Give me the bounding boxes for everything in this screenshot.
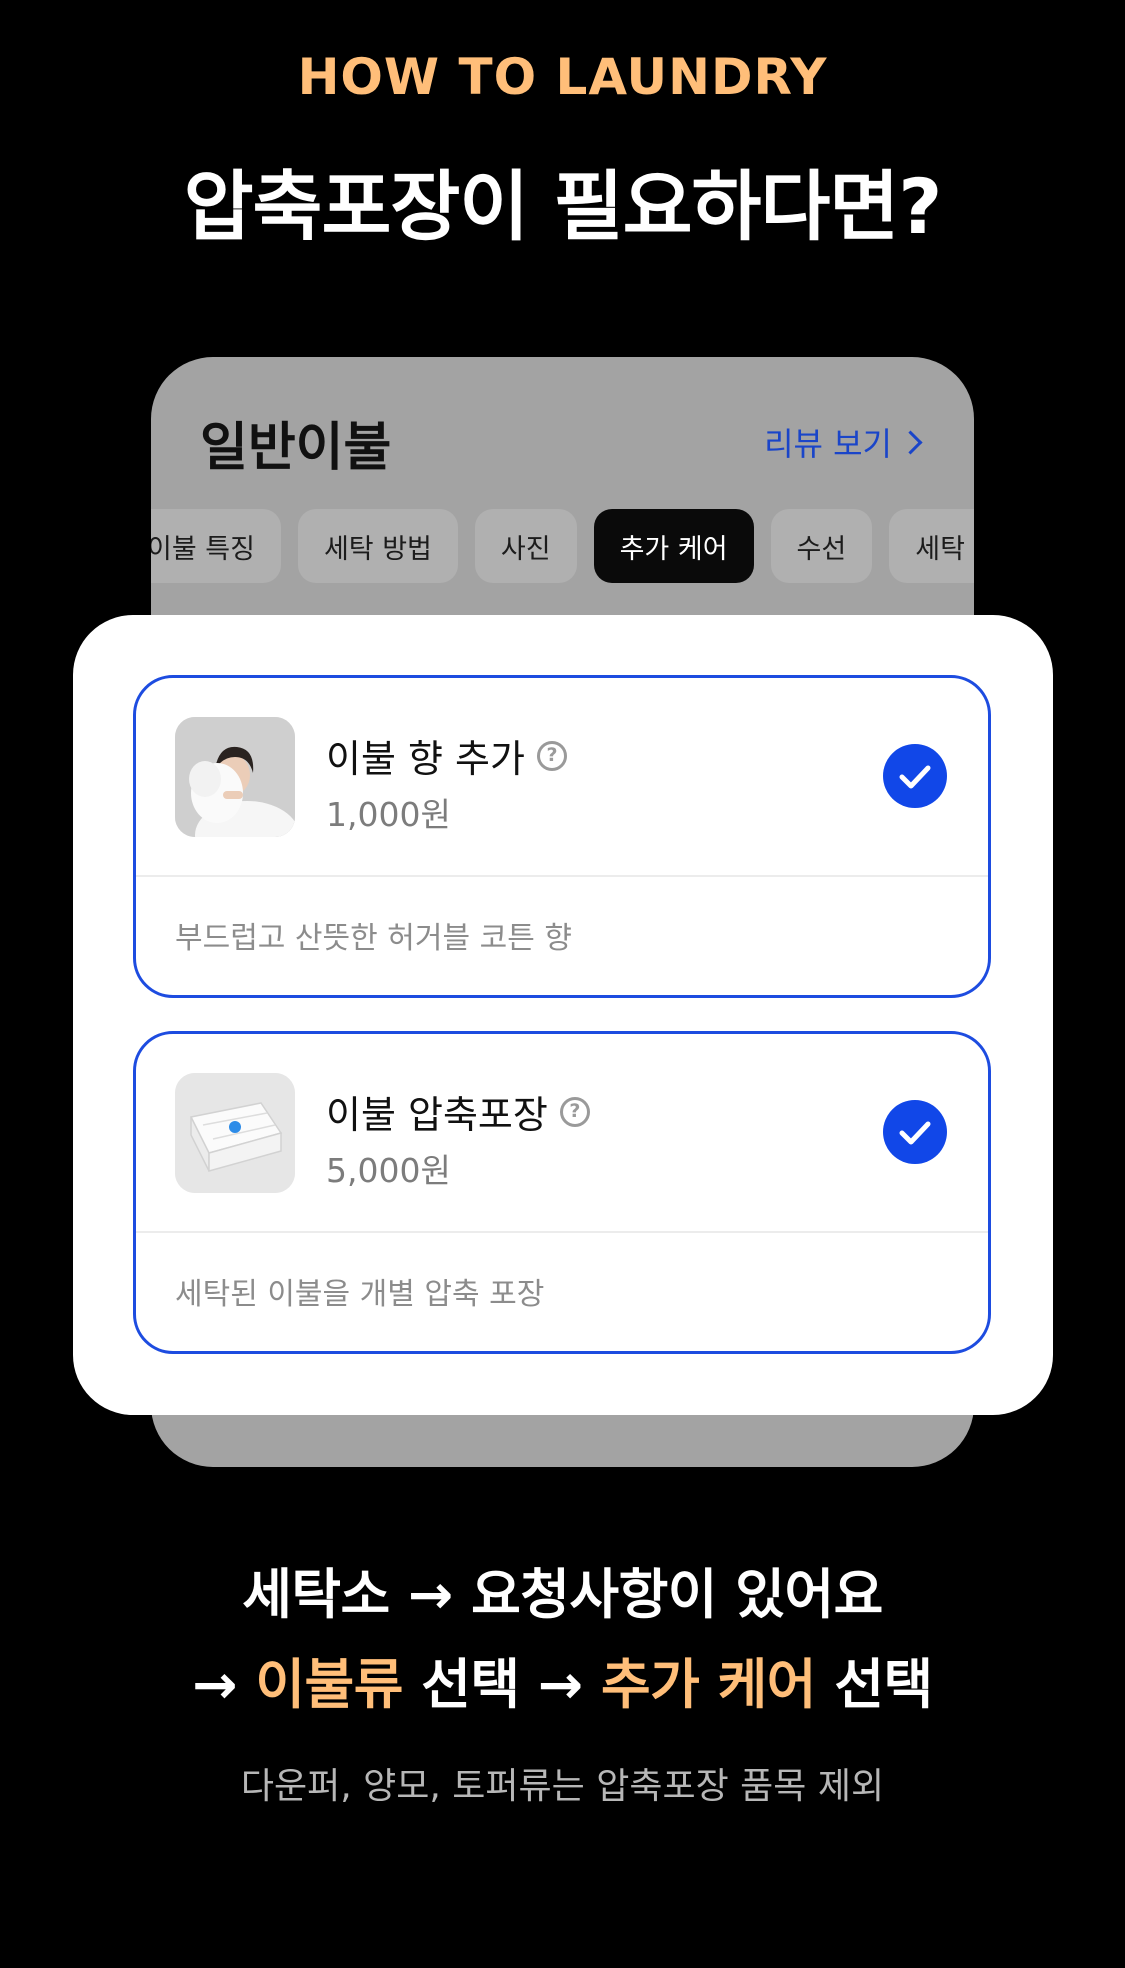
option-name: 이불 압축포장 xyxy=(326,1093,548,1137)
eyebrow-label: HOW TO LAUNDRY xyxy=(297,48,828,106)
instruction-line-2: → 이불류 선택 → 추가 케어 선택 xyxy=(0,1640,1125,1719)
select-word: 선택 xyxy=(421,1653,520,1716)
review-link-label: 리뷰 보기 xyxy=(764,425,892,463)
option-thumbnail-vacuum-packed-comforter xyxy=(175,1073,295,1193)
highlight-bedding: 이불류 xyxy=(255,1653,403,1716)
tab-bar: 이불 특징 세탁 방법 사진 추가 케어 수선 세탁 유의 xyxy=(151,509,974,583)
tab-repair[interactable]: 수선 xyxy=(770,509,873,583)
tab-wash-notes[interactable]: 세탁 유의 xyxy=(889,509,974,583)
arrow-right-icon: → xyxy=(537,1653,583,1716)
option-price: 5,000원 xyxy=(326,1151,451,1190)
headline: 압축포장이 필요하다면? xyxy=(183,162,943,251)
arrow-right-icon: → xyxy=(192,1653,238,1716)
tab-features[interactable]: 이불 특징 xyxy=(151,509,281,583)
option-description: 세탁된 이불을 개별 압축 포장 xyxy=(175,1277,545,1312)
page-title: 일반이불 xyxy=(200,418,392,478)
option-name-row: 이불 압축포장 ? xyxy=(326,1084,590,1139)
option-header: 이불 향 추가 ? 1,000원 xyxy=(136,678,988,877)
select-word: 선택 xyxy=(834,1653,933,1716)
extra-care-card: 이불 향 추가 ? 1,000원 부드럽고 산뜻한 허거블 코튼 향 이불 압축… xyxy=(73,615,1053,1415)
option-name-row: 이불 향 추가 ? xyxy=(326,728,567,783)
question-mark-icon[interactable]: ? xyxy=(559,1096,590,1127)
instruction-line-1: 세탁소 → 요청사항이 있어요 xyxy=(242,1563,883,1626)
chevron-right-icon xyxy=(898,429,923,455)
question-mark-icon[interactable]: ? xyxy=(536,740,567,771)
option-description: 부드럽고 산뜻한 허거블 코튼 향 xyxy=(175,921,572,956)
exclusion-note: 다운퍼, 양모, 토퍼류는 압축포장 품목 제외 xyxy=(240,1766,885,1807)
review-link[interactable]: 리뷰 보기 xyxy=(764,419,923,465)
option-price: 1,000원 xyxy=(326,795,451,834)
option-header: 이불 압축포장 ? 5,000원 xyxy=(136,1034,988,1233)
highlight-extra-care: 추가 케어 xyxy=(600,1653,817,1716)
option-vacuum-pack[interactable]: 이불 압축포장 ? 5,000원 세탁된 이불을 개별 압축 포장 xyxy=(133,1031,991,1354)
tab-photos[interactable]: 사진 xyxy=(474,509,577,583)
option-scent[interactable]: 이불 향 추가 ? 1,000원 부드럽고 산뜻한 허거블 코튼 향 xyxy=(133,675,991,998)
tab-extra-care[interactable]: 추가 케어 xyxy=(593,509,754,583)
option-name: 이불 향 추가 xyxy=(326,737,525,781)
checkmark-icon[interactable] xyxy=(883,744,947,808)
tab-wash-method[interactable]: 세탁 방법 xyxy=(297,509,458,583)
option-thumbnail-woman-hugging-comforter xyxy=(175,717,295,837)
checkmark-icon[interactable] xyxy=(883,1100,947,1164)
